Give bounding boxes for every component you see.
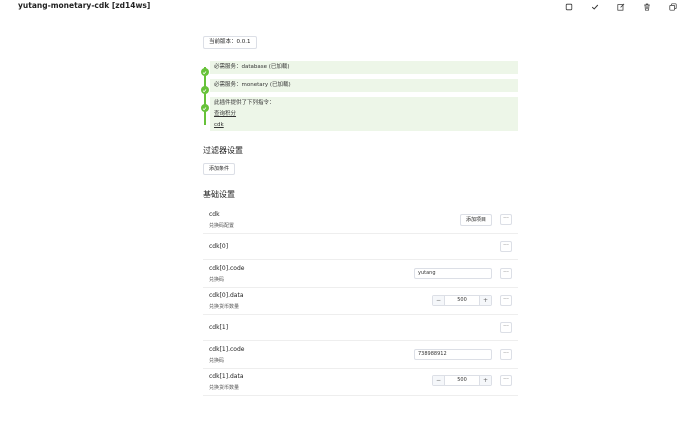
- setting-label: cdk[1].data: [209, 373, 244, 380]
- code-input[interactable]: yutang: [414, 268, 492, 279]
- basic-section-title: 基础设置: [203, 190, 235, 199]
- filter-section-title: 过滤器设置: [203, 146, 243, 155]
- command-link-cdk[interactable]: cdk: [214, 120, 518, 131]
- setting-row-cdk-1-code: cdk[1].code 兑换码 738988912 ···: [203, 341, 518, 369]
- setting-row-cdk-1: cdk[1] ···: [203, 315, 518, 341]
- version-badge: 当前版本：0.0.1: [203, 36, 257, 49]
- more-options-button[interactable]: ···: [500, 349, 512, 360]
- more-options-button[interactable]: ···: [500, 268, 512, 279]
- more-options-button[interactable]: ···: [500, 241, 512, 252]
- setting-description: 兑换码: [209, 277, 225, 283]
- setting-row-cdk-1-data: cdk[1].data 兑换货币数量 − 500 + ···: [203, 369, 518, 396]
- square-icon[interactable]: [556, 1, 582, 13]
- setting-label: cdk[0].code: [209, 265, 245, 272]
- setting-row-cdk: cdk 兑换码配置 添加项目 ···: [203, 206, 518, 234]
- command-link-query-points[interactable]: 查询积分: [214, 109, 518, 120]
- setting-description: 兑换货币数量: [209, 304, 240, 310]
- setting-description: 兑换货币数量: [209, 385, 240, 391]
- setting-label: cdk[1].code: [209, 346, 245, 353]
- decrement-button[interactable]: −: [433, 376, 445, 385]
- setting-description: 兑换码: [209, 358, 225, 364]
- amount-stepper: − 500 +: [432, 295, 492, 306]
- setting-label: cdk[0]: [209, 243, 229, 250]
- edit-icon[interactable]: [608, 1, 634, 13]
- more-options-button[interactable]: ···: [500, 375, 512, 386]
- timeline-item: 必需服务：database (已加载): [210, 61, 518, 74]
- check-circle-icon: [200, 68, 209, 76]
- setting-label: cdk[0].data: [209, 292, 244, 299]
- increment-button[interactable]: +: [479, 376, 491, 385]
- setting-label: cdk: [209, 211, 220, 218]
- more-options-button[interactable]: ···: [500, 295, 512, 306]
- timeline-item: 必需服务：monetary (已加载): [210, 79, 518, 92]
- copy-icon[interactable]: [660, 1, 686, 13]
- add-item-button[interactable]: 添加项目: [459, 214, 492, 226]
- setting-label: cdk[1]: [209, 324, 229, 331]
- amount-value[interactable]: 500: [445, 296, 479, 305]
- amount-value[interactable]: 500: [445, 376, 479, 385]
- check-circle-icon: [200, 104, 209, 112]
- code-input[interactable]: 738988912: [414, 349, 492, 360]
- setting-row-cdk-0-code: cdk[0].code 兑换码 yutang ···: [203, 260, 518, 288]
- setting-row-cdk-0-data: cdk[0].data 兑换货币数量 − 500 + ···: [203, 288, 518, 315]
- timeline-item-text: 必需服务：monetary (已加载): [214, 82, 291, 88]
- more-options-button[interactable]: ···: [500, 322, 512, 333]
- check-icon[interactable]: [582, 1, 608, 13]
- decrement-button[interactable]: −: [433, 296, 445, 305]
- amount-stepper: − 500 +: [432, 375, 492, 386]
- setting-description: 兑换码配置: [209, 223, 235, 229]
- timeline-item: 此插件提供了下列指令： 查询积分 cdk: [210, 97, 518, 131]
- check-circle-icon: [200, 86, 209, 94]
- timeline-item-text: 此插件提供了下列指令：: [214, 100, 275, 106]
- more-options-button[interactable]: ···: [500, 214, 512, 225]
- page-title: yutang-monetary-cdk [zd14ws]: [18, 1, 151, 10]
- top-bar: yutang-monetary-cdk [zd14ws]: [0, 0, 690, 14]
- toolbar: [556, 1, 686, 13]
- increment-button[interactable]: +: [479, 296, 491, 305]
- timeline-item-text: 必需服务：database (已加载): [214, 64, 290, 70]
- trash-icon[interactable]: [634, 1, 660, 13]
- add-condition-button[interactable]: 添加条件: [203, 163, 236, 175]
- setting-row-cdk-0: cdk[0] ···: [203, 234, 518, 260]
